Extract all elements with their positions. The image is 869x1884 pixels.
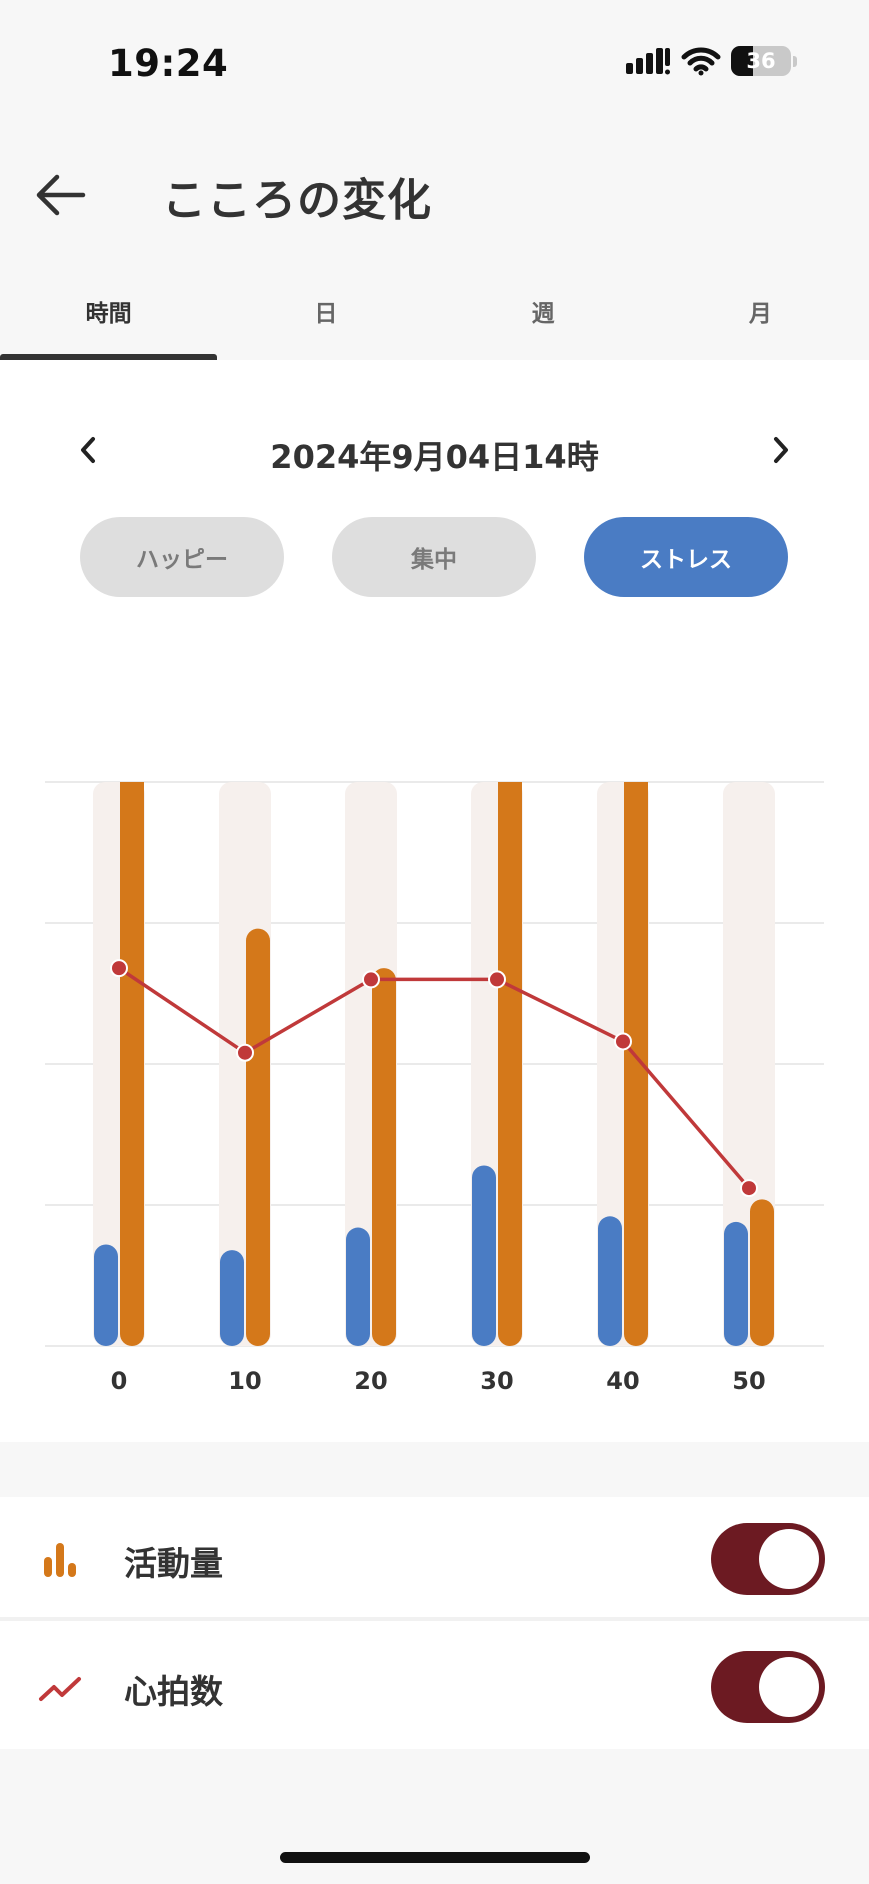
activity-toggle[interactable]	[711, 1523, 825, 1595]
activity-row: 活動量	[0, 1497, 869, 1621]
heart-rate-label: 心拍数	[124, 1672, 223, 1711]
x-tick-label: 50	[732, 1367, 765, 1395]
stress-bar	[724, 1221, 748, 1346]
status-time: 19:24	[108, 42, 229, 85]
heart-rate-point	[236, 1043, 254, 1062]
stress-bar	[598, 1216, 622, 1346]
x-tick-label: 10	[228, 1367, 261, 1395]
bar-chart-icon	[44, 1543, 76, 1577]
activity-bar	[498, 782, 522, 1346]
activity-bar	[246, 928, 270, 1346]
activity-bar	[750, 1199, 774, 1346]
tab-day[interactable]: 日	[217, 270, 434, 360]
page-title: こころの変化	[162, 175, 432, 226]
tab-hour[interactable]: 時間	[0, 270, 217, 360]
tab-label: 時間	[85, 301, 132, 327]
stress-bar	[346, 1227, 370, 1346]
x-tick-label: 20	[354, 1367, 387, 1395]
activity-bar	[120, 782, 144, 1346]
cellular-signal-icon	[626, 48, 670, 75]
heart-rate-point	[362, 970, 380, 989]
heart-rate-point	[110, 959, 128, 978]
activity-bar	[372, 968, 396, 1346]
toggle-knob	[759, 1657, 819, 1717]
stress-bar	[472, 1165, 496, 1346]
time-chart: 0 10 20 30 40 50	[45, 781, 824, 1395]
heart-rate-toggle[interactable]	[711, 1651, 825, 1723]
heart-rate-point	[614, 1032, 632, 1051]
battery-icon: 36	[731, 46, 791, 76]
stress-bar	[220, 1250, 244, 1346]
back-button[interactable]	[30, 164, 92, 226]
tab-label: 週	[531, 301, 555, 327]
back-arrow-icon	[36, 174, 86, 216]
battery-tip	[793, 55, 797, 67]
x-tick-label: 0	[111, 1367, 128, 1395]
home-indicator	[280, 1852, 590, 1863]
status-icons: 36	[625, 46, 797, 76]
series-toggles: 活動量 心拍数	[0, 1497, 869, 1749]
heart-rate-point	[488, 970, 506, 989]
toggle-knob	[759, 1529, 819, 1589]
tab-month[interactable]: 月	[652, 270, 869, 360]
chart-panel: 2024年9月04日14時 ハッピー 集中 ストレス 0 10 20 30 40 50	[0, 360, 869, 1442]
period-tabs: 時間 日 週 月	[0, 270, 869, 360]
heart-rate-line	[118, 966, 751, 1190]
heart-rate-point	[740, 1179, 758, 1198]
heart-rate-row: 心拍数	[0, 1625, 869, 1749]
header: こころの変化	[0, 140, 869, 250]
x-tick-label: 30	[480, 1367, 513, 1395]
x-tick-label: 40	[606, 1367, 639, 1395]
stress-bar	[94, 1244, 119, 1346]
status-bar: 19:24 36	[0, 0, 869, 120]
tab-label: 月	[748, 301, 772, 327]
line-chart-icon	[39, 1677, 81, 1701]
activity-label: 活動量	[124, 1544, 223, 1583]
wifi-icon	[681, 47, 721, 76]
tab-week[interactable]: 週	[435, 270, 652, 360]
tab-label: 日	[314, 301, 338, 327]
battery-level: 36	[746, 49, 776, 73]
